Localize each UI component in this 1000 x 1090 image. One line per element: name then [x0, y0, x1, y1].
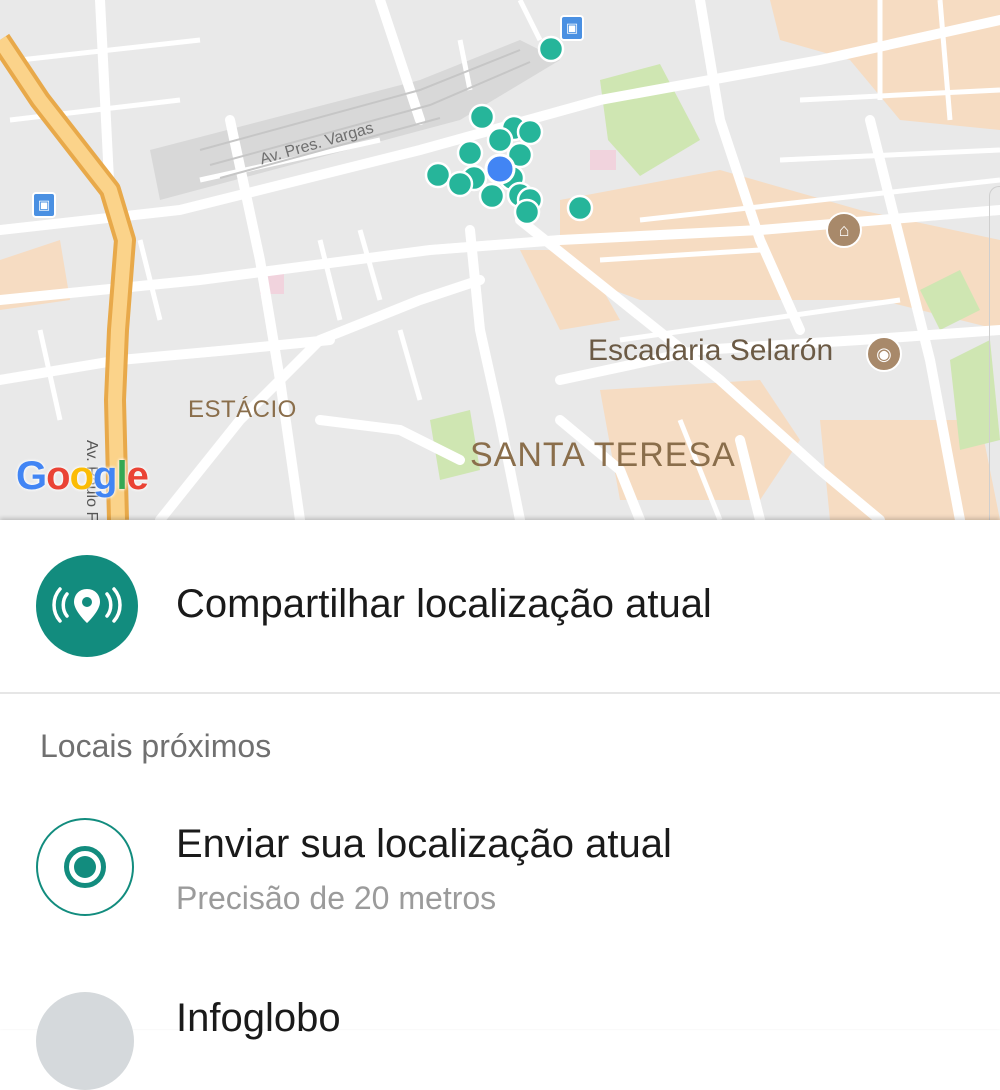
camera-icon[interactable]: ◉: [866, 336, 902, 372]
place-title: Infoglobo: [176, 996, 341, 1040]
google-logo: Google: [16, 454, 149, 498]
location-sheet: Compartilhar localização atual Locais pr…: [0, 520, 1000, 1090]
map-view[interactable]: Av. Pres. Vargas Av. Paulo Fro ESTÁCIO S…: [0, 0, 1000, 520]
send-current-location-title: Enviar sua localização atual: [176, 822, 672, 866]
location-accuracy-text: Precisão de 20 metros: [176, 880, 497, 916]
place-icon: [36, 992, 134, 1090]
send-current-location-row[interactable]: Enviar sua localização atual Precisão de…: [0, 810, 1000, 960]
poi-label-selaron[interactable]: Escadaria Selarón: [588, 334, 833, 368]
neighborhood-label-estacio: ESTÁCIO: [188, 396, 297, 423]
neighborhood-label-santa-teresa: SANTA TERESA: [470, 436, 736, 474]
nearby-places-header: Locais próximos: [40, 728, 272, 764]
monument-icon[interactable]: ⌂: [826, 212, 862, 248]
current-location-radio-icon: [36, 818, 134, 916]
divider: [0, 692, 1000, 694]
live-location-icon: [36, 555, 138, 657]
share-live-location-row[interactable]: Compartilhar localização atual: [0, 520, 1000, 692]
bus-stop-icon[interactable]: ▣: [560, 15, 584, 41]
bus-stop-icon[interactable]: ▣: [32, 192, 56, 218]
place-list-item[interactable]: Infoglobo: [0, 990, 1000, 1090]
share-live-location-label: Compartilhar localização atual: [176, 582, 712, 626]
